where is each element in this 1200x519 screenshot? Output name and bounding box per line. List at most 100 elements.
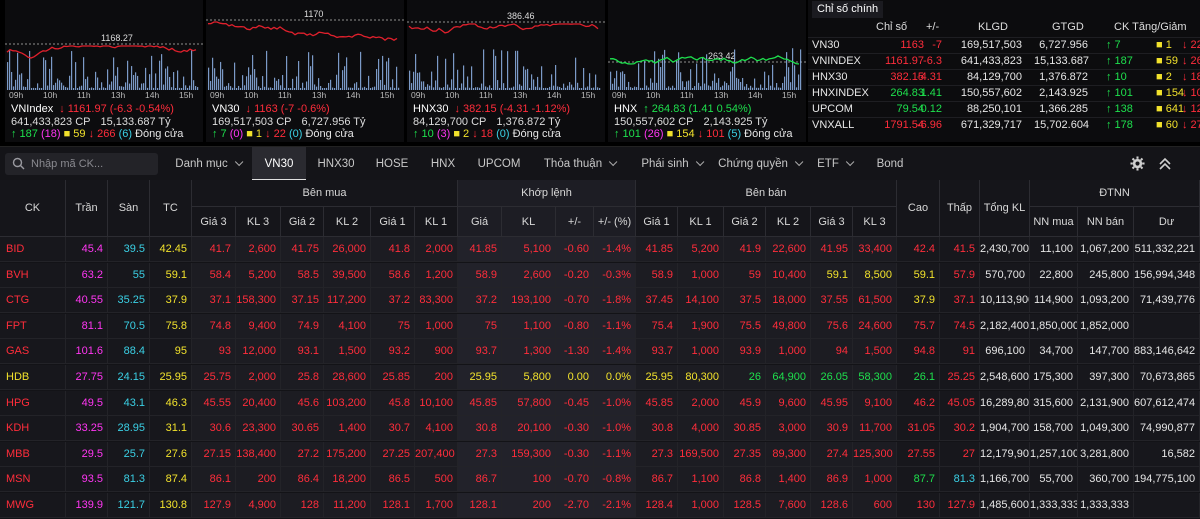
stock-row[interactable]: KDH 33.25 28.95 31.1 30.6 23,300 30.65 1,400 30.… <box>0 416 1200 442</box>
index-row-decliners: ↓ 22 <box>1182 39 1200 51</box>
volume-bar <box>798 74 800 90</box>
stock-row[interactable]: GAS 101.6 88.4 95 93 12,000 93.1 1,500 93.2 900 93… <box>0 339 1200 365</box>
volume-bar <box>640 87 642 90</box>
index-row[interactable]: HNXINDEX 264.83 1.41 150,557,602 2,143.925 ↑ … <box>808 85 1200 101</box>
bid2-price: 45.6 <box>281 390 324 416</box>
ask3-volume: 11,700 <box>853 416 897 442</box>
tab-phái-sinh[interactable]: Phái sinh <box>628 147 714 181</box>
volume-bar <box>312 55 314 90</box>
stock-row[interactable]: FPT 81.1 70.5 75.8 74.8 9,400 74.9 4,100 75 1,000… <box>0 313 1200 339</box>
volume-bar <box>111 81 113 90</box>
volume-bar <box>738 78 740 90</box>
time-tick-label: 15h <box>581 90 595 100</box>
volume-bar <box>67 87 69 90</box>
index-stats: VN30 ↓ 1163 (-7 -0.6%) 169,517,503 CP 6,727… <box>212 103 376 141</box>
volume-bar <box>614 78 616 90</box>
tab-hose[interactable]: HOSE <box>366 147 418 181</box>
volume-bar <box>776 83 778 90</box>
tab-bond[interactable]: Bond <box>866 147 914 181</box>
stock-symbol: HDB <box>0 365 66 390</box>
match-change-pct: -1.8% <box>594 288 636 314</box>
index-mini-chart[interactable]: 1170 09h 10h 11h 13h 14h 15h VN30 ↓ 1163 (-7 -0.… <box>206 0 404 142</box>
total-volume: 12,179,900 <box>980 441 1030 467</box>
stock-row[interactable]: HDB 27.75 24.15 25.95 25.75 2,000 25.8 28,600 25… <box>0 365 1200 390</box>
stock-row[interactable]: MSN 93.5 81.3 87.4 86.1 200 86.4 18,200 86.5 500 8… <box>0 467 1200 493</box>
match-change: -0.45 <box>556 390 594 416</box>
price-line <box>6 45 197 59</box>
volume-bar <box>332 87 334 90</box>
tab-upcom[interactable]: UPCOM <box>468 147 530 181</box>
index-row-advancers: ↑ 10 <box>1106 71 1127 83</box>
stock-row[interactable]: BID 45.4 39.5 42.45 41.7 2,600 41.75 26,000 41.8… <box>0 237 1200 262</box>
floor-price: 35.25 <box>108 288 150 314</box>
ask2-price: 30.85 <box>724 416 766 442</box>
index-row[interactable]: HNX30 382.15 -4.31 84,129,700 1,376.872 ↑ 10 ■… <box>808 69 1200 85</box>
index-row-gtgd: 15,702.604 <box>1034 119 1090 131</box>
search-icon <box>12 157 25 170</box>
low-price: 74.5 <box>940 313 980 339</box>
volume-bar <box>113 57 115 90</box>
match-change-pct: -1.4% <box>594 339 636 365</box>
stock-row[interactable]: BVH 63.2 55 59.1 58.4 5,200 58.5 39,500 58.6 1,20… <box>0 262 1200 288</box>
volume-bar <box>495 55 497 90</box>
bid2-price: 37.15 <box>281 288 324 314</box>
chevron-down-icon <box>794 157 804 167</box>
stock-search-input[interactable] <box>31 155 153 173</box>
tab-chứng-quyền[interactable]: Chứng quyền <box>716 147 804 181</box>
chevron-down-icon <box>845 157 855 167</box>
col-header-tran: Trần <box>66 180 108 237</box>
floor-price: 43.1 <box>108 390 150 416</box>
bid1-price: 93.2 <box>371 339 415 365</box>
bid1-price: 75 <box>371 313 415 339</box>
volume-bar <box>652 82 654 90</box>
ask3-volume: 61,500 <box>853 288 897 314</box>
volume-bar <box>382 55 384 90</box>
match-volume: 100 <box>502 467 556 493</box>
stock-row[interactable]: MBB 29.5 25.7 27.6 27.15 138,400 27.2 175,200 27… <box>0 441 1200 467</box>
reference-price: 27.6 <box>150 441 192 467</box>
low-price: 37.1 <box>940 288 980 314</box>
col-header-sub: Giá 3 <box>811 207 853 237</box>
match-price: 30.8 <box>458 416 502 442</box>
bid1-volume: 200 <box>415 365 458 390</box>
index-row-gtgd: 2,143.925 <box>1039 87 1088 99</box>
index-row-change: 0.12 <box>920 103 942 115</box>
index-row[interactable]: VNXALL 1791.54 -6.96 671,329,717 15,702.604 ↑… <box>808 117 1200 133</box>
bid3-price: 27.15 <box>192 441 236 467</box>
index-row[interactable]: VN30 1163 -7 169,517,503 6,727.956 ↑ 7 ■ 1 ↓ 22 <box>808 37 1200 53</box>
index-mini-chart[interactable]: 1168.27 09h 10h 11h 13h 14h 15h VNIndex ↓ 1161.9… <box>5 0 203 142</box>
volume-bar <box>282 74 284 90</box>
stock-row[interactable]: MWG 139.9 121.7 130.8 127.9 4,900 128 11,200 128… <box>0 493 1200 518</box>
index-mini-chart[interactable]: 263.42 09h 10h 11h 13h 14h 15h HNX ↑ 264.83 (1.4… <box>608 0 806 142</box>
index-row[interactable]: VNINDEX 1161.97 -6.3 641,433,823 15,133.687 ↑… <box>808 53 1200 69</box>
gear-icon[interactable] <box>1130 156 1145 171</box>
index-row[interactable]: UPCOM 79.54 0.12 88,250,101 1,366.285 ↑ 138 ■ … <box>808 101 1200 117</box>
col-header-sub: Giá 1 <box>636 207 678 237</box>
tab-hnx30[interactable]: HNX30 <box>308 147 364 181</box>
stock-row[interactable]: HPG 49.5 43.1 46.3 45.55 20,400 45.6 103,200 45.… <box>0 390 1200 416</box>
volume-bar <box>236 87 238 90</box>
tab-vn30[interactable]: VN30 <box>252 147 306 181</box>
stock-search-box[interactable] <box>5 153 158 175</box>
ask2-volume: 49,800 <box>766 313 811 339</box>
bid3-volume: 138,400 <box>236 441 281 467</box>
high-price: 37.9 <box>897 288 940 314</box>
tab-thỏa-thuận[interactable]: Thỏa thuận <box>532 147 626 181</box>
volume-bar <box>242 75 244 90</box>
volume-bar <box>563 83 565 90</box>
match-volume: 20,100 <box>502 416 556 442</box>
match-change-pct: -1.0% <box>594 416 636 442</box>
tab-main-indices[interactable]: Chỉ số chính <box>812 1 884 18</box>
tab-etf[interactable]: ETF <box>804 147 864 181</box>
tab-danh-mục[interactable]: Danh mục <box>165 147 250 181</box>
volume-bar <box>714 73 716 90</box>
tab-hnx[interactable]: HNX <box>420 147 466 181</box>
index-mini-chart[interactable]: 386.46 09h 10h 11h 13h 14h 15h HNX30 ↓ 382.15 (-… <box>407 0 605 142</box>
volume-bar <box>105 87 107 90</box>
index-row-name: UPCOM <box>812 103 853 115</box>
ask2-volume: 22,600 <box>766 237 811 262</box>
stock-row[interactable]: CTG 40.55 35.25 37.9 37.1 158,300 37.15 117,200… <box>0 288 1200 314</box>
collapse-chevrons-icon[interactable] <box>1158 156 1172 172</box>
volume-bar <box>792 48 794 90</box>
ceiling-count: (0) <box>229 128 247 140</box>
